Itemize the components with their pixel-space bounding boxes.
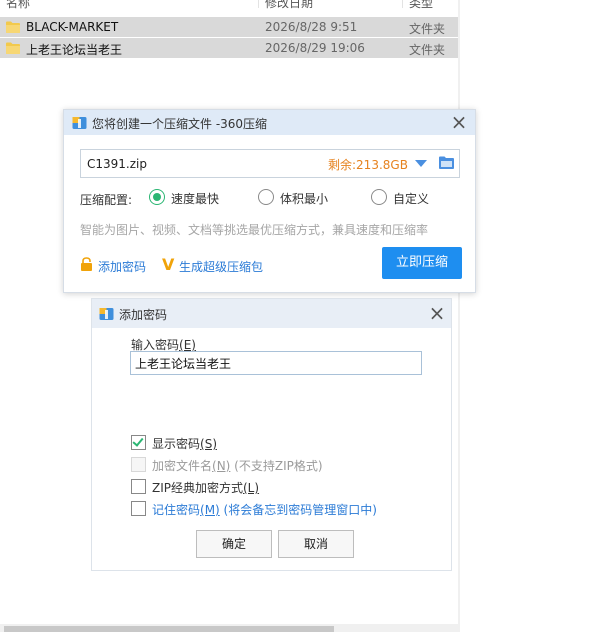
file-type: 文件夹 bbox=[409, 22, 446, 36]
radio-indicator[interactable] bbox=[371, 189, 387, 205]
radio-label[interactable]: 体积最小 bbox=[280, 190, 328, 207]
compress-config-label: 压缩配置: bbox=[80, 193, 133, 207]
checkbox-label[interactable]: 记住密码(M) (将会备忘到密码管理窗口中) bbox=[152, 501, 377, 518]
dialog-title: 添加密码 bbox=[119, 308, 168, 322]
dialog-titlebar[interactable]: 添加密码 × bbox=[92, 299, 451, 328]
cancel-button[interactable]: 取消 bbox=[278, 530, 354, 558]
checkbox-label-key: (S) bbox=[200, 437, 217, 451]
free-space-label: 剩余:213.8GB bbox=[328, 158, 408, 172]
super-pack-label[interactable]: 生成超级压缩包 bbox=[179, 258, 263, 275]
radio-indicator[interactable] bbox=[149, 189, 165, 205]
add-password-label[interactable]: 添加密码 bbox=[98, 258, 146, 275]
chevron-down-icon[interactable] bbox=[415, 160, 427, 167]
archive-app-icon bbox=[72, 117, 87, 129]
password-input[interactable] bbox=[130, 351, 422, 375]
radio-label[interactable]: 速度最快 bbox=[171, 190, 219, 207]
file-date: 2026/8/29 19:06 bbox=[265, 41, 365, 55]
pane-border bbox=[458, 0, 460, 632]
column-type[interactable]: 类型 bbox=[409, 0, 433, 11]
scrollbar-thumb[interactable] bbox=[4, 626, 334, 632]
filename-input[interactable] bbox=[85, 154, 309, 174]
checkbox-label-text: ZIP经典加密方式 bbox=[152, 481, 243, 495]
output-path-field[interactable]: 剩余:213.8GB bbox=[80, 149, 460, 178]
checkbox-label-key: (L) bbox=[243, 481, 260, 495]
lock-icon bbox=[81, 257, 92, 271]
compress-now-button[interactable]: 立即压缩 bbox=[382, 247, 462, 279]
horizontal-scrollbar[interactable] bbox=[0, 624, 458, 632]
file-type: 文件夹 bbox=[409, 43, 446, 57]
radio-label[interactable]: 自定义 bbox=[393, 190, 429, 207]
checkbox-label[interactable]: 显示密码(S) bbox=[152, 435, 217, 452]
checkbox-box bbox=[131, 457, 146, 472]
dialog-title: 您将创建一个压缩文件 -360压缩 bbox=[92, 117, 268, 131]
file-date: 2026/8/28 9:51 bbox=[265, 20, 358, 34]
column-date[interactable]: 修改日期 bbox=[265, 0, 313, 11]
close-icon[interactable]: × bbox=[449, 112, 469, 133]
checkbox-label[interactable]: ZIP经典加密方式(L) bbox=[152, 479, 259, 496]
checkbox-label-text: 加密文件名 bbox=[152, 459, 213, 473]
checkbox-label-key: (M) bbox=[200, 503, 220, 517]
column-name[interactable]: 名称 bbox=[6, 0, 30, 11]
dialog-titlebar[interactable]: 您将创建一个压缩文件 -360压缩 × bbox=[64, 110, 475, 135]
compress-hint: 智能为图片、视频、文档等挑选最优压缩方式，兼具速度和压缩率 bbox=[80, 223, 429, 237]
checkbox-box[interactable] bbox=[131, 501, 146, 516]
password-dialog: 添加密码 × 输入密码(E) 显示密码(S) 加密文件名(N) (不支持ZIP格… bbox=[91, 298, 452, 571]
file-name: BLACK-MARKET bbox=[26, 20, 119, 34]
column-divider[interactable] bbox=[258, 0, 259, 8]
password-label-key: (E) bbox=[179, 338, 196, 352]
checkbox-box[interactable] bbox=[131, 435, 146, 450]
column-divider[interactable] bbox=[402, 0, 403, 8]
file-row[interactable]: BLACK-MARKET 2026/8/28 9:51 文件夹 bbox=[0, 17, 458, 37]
ok-button[interactable]: 确定 bbox=[196, 530, 272, 558]
compress-dialog: 您将创建一个压缩文件 -360压缩 × 剩余:213.8GB 压缩配置: 速度最… bbox=[63, 109, 476, 293]
checkbox-label-key: (N) bbox=[212, 459, 231, 473]
radio-indicator[interactable] bbox=[258, 189, 274, 205]
checkbox-label-text: 记住密码 bbox=[152, 503, 201, 517]
checkbox-label-text: 显示密码 bbox=[152, 437, 201, 451]
folder-icon bbox=[6, 42, 20, 54]
archive-app-icon bbox=[99, 308, 114, 320]
file-row[interactable]: 上老王论坛当老王 2026/8/29 19:06 文件夹 bbox=[0, 38, 458, 58]
password-label-text: 输入密码 bbox=[131, 338, 180, 352]
close-icon[interactable]: × bbox=[427, 303, 447, 324]
file-name: 上老王论坛当老王 bbox=[26, 43, 123, 57]
column-header: 名称 修改日期 类型 bbox=[0, 0, 460, 11]
folder-icon bbox=[6, 21, 20, 33]
browse-folder-icon[interactable] bbox=[439, 156, 454, 169]
checkbox-label-note: (将会备忘到密码管理窗口中) bbox=[219, 503, 377, 517]
checkbox-box[interactable] bbox=[131, 479, 146, 494]
checkbox-label: 加密文件名(N) (不支持ZIP格式) bbox=[152, 457, 323, 474]
checkbox-label-note: (不支持ZIP格式) bbox=[230, 459, 323, 473]
vip-icon: V bbox=[162, 255, 175, 274]
